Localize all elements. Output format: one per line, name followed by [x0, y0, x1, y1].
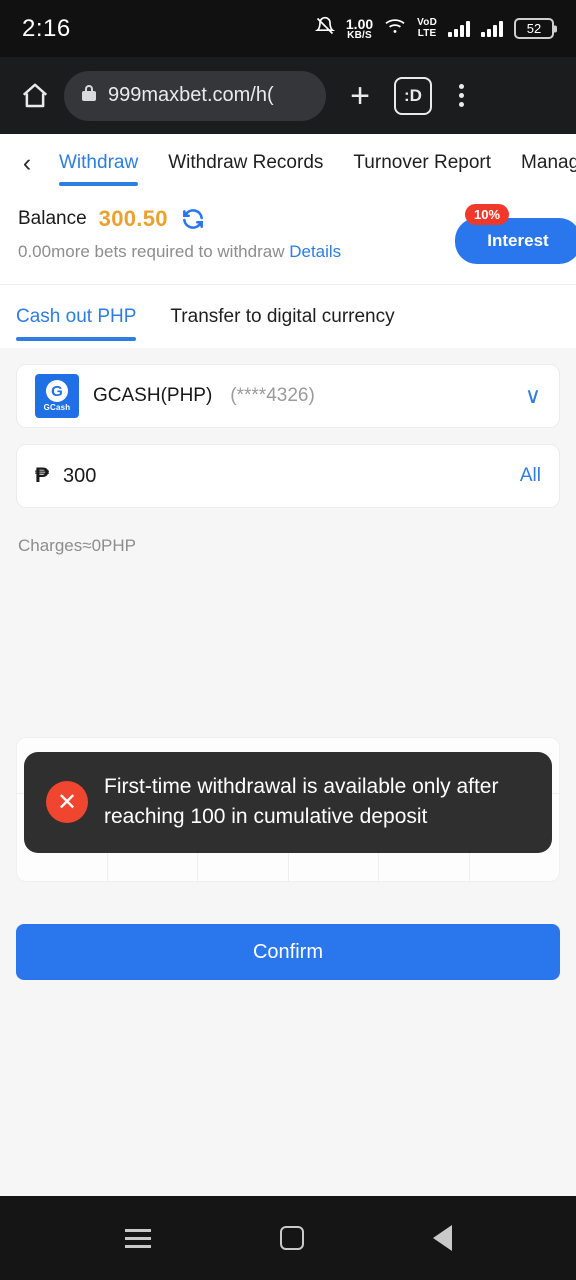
- new-tab-button[interactable]: +: [340, 79, 380, 113]
- requirement-text: 0.00more bets required to withdraw: [18, 242, 285, 261]
- home-square-icon[interactable]: [279, 1226, 304, 1250]
- battery-icon: 52: [514, 18, 554, 39]
- gcash-logo-letter: G: [46, 380, 68, 402]
- charges-text: Charges≈0PHP: [18, 536, 136, 555]
- all-button[interactable]: All: [520, 465, 541, 487]
- amount-input[interactable]: 300: [63, 465, 96, 488]
- confirm-button[interactable]: Confirm: [16, 924, 560, 980]
- balance-amount: 300.50: [98, 206, 168, 231]
- page-tab-strip[interactable]: ‹ Withdraw Withdraw Records Turnover Rep…: [0, 134, 576, 192]
- chevron-down-icon[interactable]: ∨: [525, 383, 541, 409]
- address-bar[interactable]: 999maxbet.com/h(: [64, 70, 326, 121]
- subtab-transfer-digital-currency[interactable]: Transfer to digital currency: [170, 285, 394, 349]
- signal-icon: [448, 20, 470, 37]
- error-toast: ✕ First-time withdrawal is available onl…: [24, 752, 552, 853]
- back-chevron-icon[interactable]: ‹: [10, 149, 44, 178]
- status-bar: 2:16 1.00 KB/S VoD LTE 52: [0, 0, 576, 57]
- status-time: 2:16: [22, 14, 71, 42]
- url-text: 999maxbet.com/h(: [108, 84, 274, 106]
- tab-turnover-report[interactable]: Turnover Report: [338, 134, 506, 192]
- subtab-cash-out-php[interactable]: Cash out PHP: [16, 285, 137, 349]
- confirm-button-wrap: Confirm: [16, 924, 560, 980]
- system-nav-bar: [0, 1196, 576, 1280]
- web-content: ‹ Withdraw Withdraw Records Turnover Rep…: [0, 134, 576, 1196]
- recents-icon[interactable]: [124, 1228, 151, 1248]
- gcash-logo-icon: G GCash: [35, 374, 79, 418]
- refresh-icon[interactable]: [180, 206, 206, 232]
- toast-message: First-time withdrawal is available only …: [104, 775, 499, 829]
- balance-label: Balance: [18, 208, 87, 229]
- tab-switcher-button[interactable]: :D: [394, 76, 432, 115]
- kebab-menu-icon[interactable]: [446, 84, 476, 107]
- tab-withdraw-records[interactable]: Withdraw Records: [153, 134, 338, 192]
- browser-toolbar: 999maxbet.com/h( + :D: [0, 57, 576, 134]
- gcash-logo-wordmark: GCash: [43, 403, 71, 412]
- phone-screen: 2:16 1.00 KB/S VoD LTE 52 999maxbet.com/…: [0, 0, 576, 1280]
- interest-badge: 10%: [465, 204, 510, 225]
- network-speed: 1.00 KB/S: [345, 15, 374, 41]
- home-icon[interactable]: [20, 81, 50, 111]
- wifi-icon: [384, 17, 406, 40]
- withdraw-method-tabs[interactable]: Cash out PHP Transfer to digital currenc…: [0, 284, 576, 348]
- volte-icon: VoD LTE: [417, 17, 437, 39]
- lock-icon: [80, 83, 98, 108]
- tab-withdraw[interactable]: Withdraw: [44, 134, 153, 192]
- tab-manage-account[interactable]: Manage Accou: [506, 134, 576, 192]
- back-triangle-icon[interactable]: [432, 1225, 452, 1251]
- peso-icon: ₱: [35, 464, 50, 487]
- details-link[interactable]: Details: [289, 242, 341, 261]
- interest-button-wrap: Interest 10%: [455, 204, 576, 264]
- balance-card: Balance 300.50 0.00more bets required to…: [0, 192, 576, 284]
- error-circle-icon: ✕: [46, 781, 88, 824]
- account-name: GCASH(PHP): [93, 385, 213, 406]
- amount-field[interactable]: ₱ 300 All: [16, 444, 560, 508]
- signal-icon: [481, 20, 503, 37]
- account-selector[interactable]: G GCash GCASH(PHP) (****4326) ∨: [16, 364, 560, 428]
- account-mask: (****4326): [230, 385, 315, 406]
- notification-muted-icon: [314, 16, 336, 41]
